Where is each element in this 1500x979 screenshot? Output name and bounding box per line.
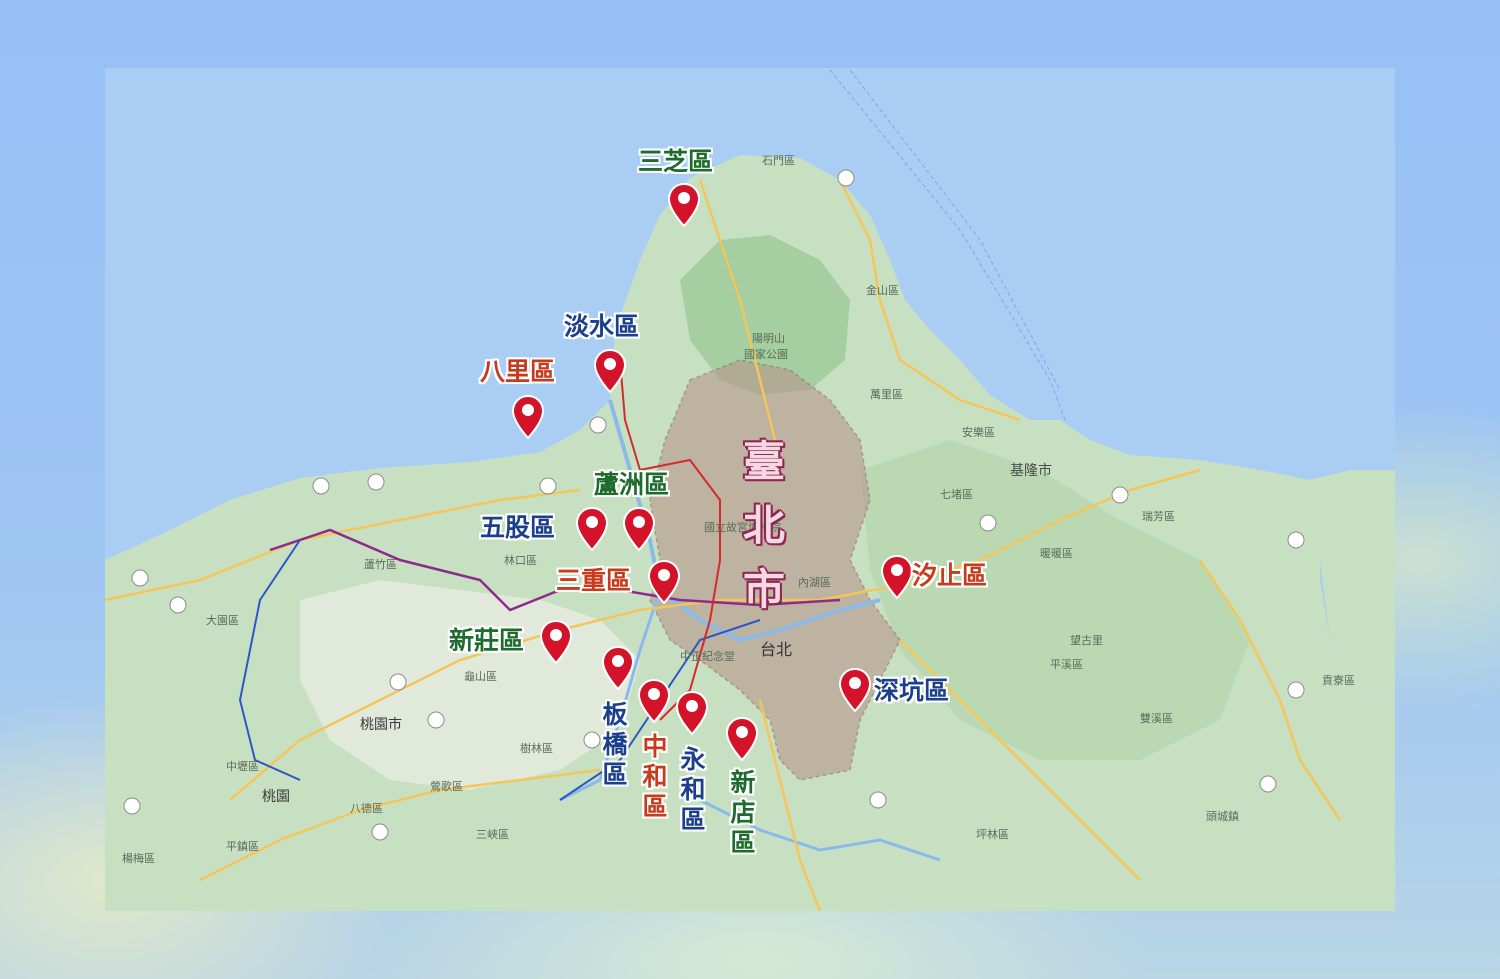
district-label-banqiao: 板橋區 <box>602 700 628 789</box>
map-pin-icon <box>667 182 701 228</box>
map-label-neihu: 內湖區 <box>798 576 831 589</box>
map-label-linkou: 林口區 <box>504 554 537 567</box>
district-label-xindian: 新店區 <box>730 768 756 857</box>
map-label-cks: 中正紀念堂 <box>680 650 735 663</box>
map-pin-icon <box>838 667 872 713</box>
map-pin-banqiao[interactable] <box>601 645 635 691</box>
map-label-luzhu: 蘆竹區 <box>364 558 397 571</box>
map-pin-yonghe[interactable] <box>675 690 709 736</box>
map-pin-icon <box>880 554 914 600</box>
map-pin-icon <box>647 559 681 605</box>
map-pin-icon <box>575 506 609 552</box>
map-pin-tamsui[interactable] <box>593 348 627 394</box>
map-pin-icon <box>593 348 627 394</box>
map-pin-icon <box>539 619 573 665</box>
map-pin-xizhi[interactable] <box>880 554 914 600</box>
map-label-taoyuan: 桃園 <box>262 789 290 805</box>
map-label-keelung: 基隆市 <box>1010 463 1052 479</box>
map-label-guishan: 龜山區 <box>464 670 497 683</box>
map-label-bade: 八德區 <box>350 802 383 815</box>
map-pin-shenkeng[interactable] <box>838 667 872 713</box>
map-label-toucheng: 頭城鎮 <box>1206 810 1239 823</box>
map-label-taipei: 台北 <box>760 640 793 659</box>
map-label-nuannuan: 暖暖區 <box>1040 547 1073 560</box>
map-label-shulin: 樹林區 <box>520 742 553 755</box>
map-label-pinglin: 坪林區 <box>976 828 1009 841</box>
district-label-xizhi: 汐止區 <box>912 561 988 590</box>
district-label-wugu: 五股區 <box>480 513 556 542</box>
map-pin-icon <box>725 716 759 762</box>
map-pin-wugu[interactable] <box>575 506 609 552</box>
map-pin-icon <box>675 690 709 736</box>
district-label-sanzhi: 三芝區 <box>638 147 714 176</box>
district-label-zhonghe: 中和區 <box>642 732 668 821</box>
map-label-wanli: 萬里區 <box>870 388 903 401</box>
map-label-yangmingshan: 陽明山 <box>752 332 785 345</box>
district-label-bali: 八里區 <box>480 357 556 386</box>
taipei-city-label: 臺北市 <box>742 437 785 614</box>
district-label-luzhou: 蘆洲區 <box>594 470 670 499</box>
district-label-tamsui: 淡水區 <box>564 312 640 341</box>
district-label-yonghe: 永和區 <box>680 745 706 834</box>
map-pin-sanchong[interactable] <box>647 559 681 605</box>
map-label-jinshan: 金山區 <box>866 284 899 297</box>
map-pin-icon <box>511 394 545 440</box>
map-label-zhongli: 中壢區 <box>226 760 259 773</box>
map-pin-icon <box>637 678 671 724</box>
map-label-ruifang: 瑞芳區 <box>1142 510 1175 523</box>
district-label-shenkeng: 深坑區 <box>874 676 950 705</box>
map-label-gongliao: 貢寮區 <box>1322 674 1355 687</box>
map-label-yingge: 鶯歌區 <box>430 780 463 793</box>
map-pin-xinzhuang[interactable] <box>539 619 573 665</box>
map-pin-luzhou[interactable] <box>622 506 656 552</box>
map-pin-bali[interactable] <box>511 394 545 440</box>
map-label-shuangxi: 雙溪區 <box>1140 712 1173 725</box>
map-label-wangguli: 望古里 <box>1070 634 1103 647</box>
map-label-anle: 安樂區 <box>962 426 995 439</box>
map-label-national-park: 國家公園 <box>744 348 788 361</box>
map-label-pingzhen: 平鎮區 <box>226 840 259 853</box>
map-pin-xindian[interactable] <box>725 716 759 762</box>
map-pin-zhonghe[interactable] <box>637 678 671 724</box>
map-pin-icon <box>601 645 635 691</box>
district-label-sanchong: 三重區 <box>556 566 632 595</box>
map-label-shimen: 石門區 <box>762 154 795 167</box>
map-label-qidu: 七堵區 <box>940 488 973 501</box>
map-pin-sanzhi[interactable] <box>667 182 701 228</box>
map-label-pingxi: 平溪區 <box>1050 658 1083 671</box>
map-label-dayuan: 大園區 <box>206 614 239 627</box>
map-label-sanxia: 三峽區 <box>476 828 509 841</box>
map-label-yangmei: 楊梅區 <box>122 852 155 865</box>
map-label-taoyuan-city: 桃園市 <box>360 717 402 733</box>
map-pin-icon <box>622 506 656 552</box>
district-label-xinzhuang: 新莊區 <box>449 626 525 655</box>
